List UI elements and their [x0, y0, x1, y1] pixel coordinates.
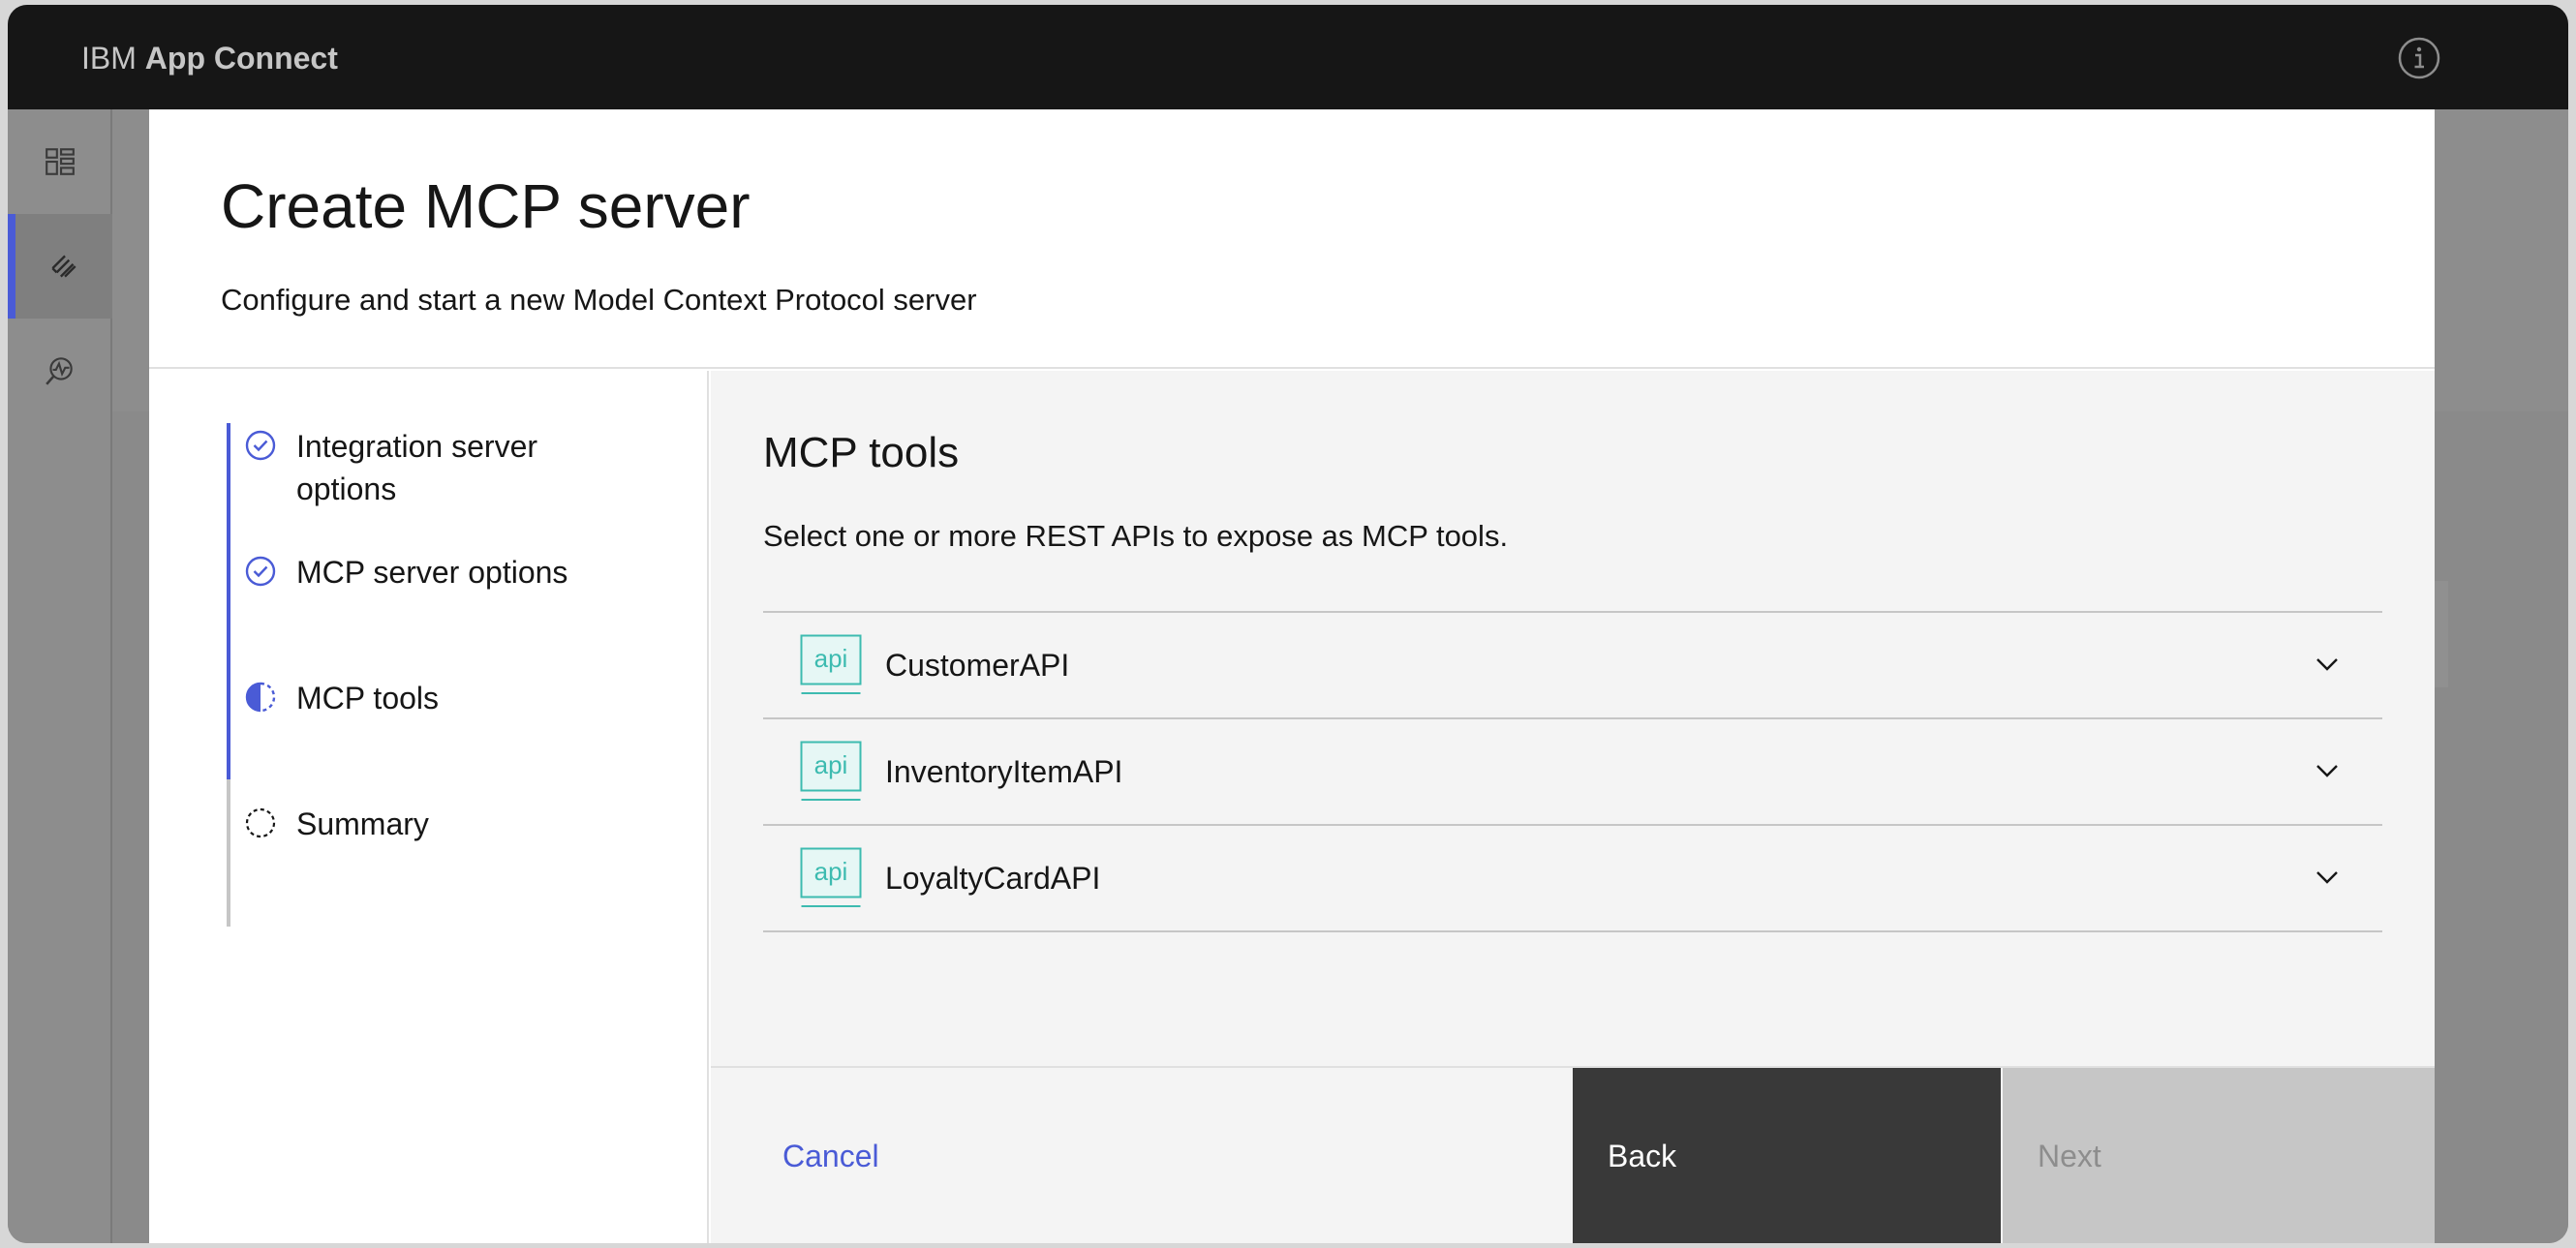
api-name: InventoryItemAPI	[885, 754, 1123, 789]
checkmark-outline-icon	[245, 430, 276, 461]
step-label: MCP tools	[296, 681, 440, 715]
api-item-loyaltycardapi[interactable]: api LoyaltyCardAPI	[763, 826, 2382, 932]
modal-header: Create MCP server Configure and start a …	[149, 109, 2435, 369]
api-name: CustomerAPI	[885, 648, 1070, 683]
progress-line-pending	[227, 779, 230, 927]
api-badge-text: api	[814, 857, 848, 886]
section-description: Select one or more REST APIs to expose a…	[763, 519, 1509, 553]
dashboard-icon	[46, 148, 75, 175]
step-label: Summary	[296, 807, 429, 841]
rail-item-api-tools[interactable]	[8, 214, 112, 319]
step-label: MCP server options	[296, 555, 568, 590]
modal-title: Create MCP server	[221, 171, 751, 241]
api-badge-text: api	[814, 644, 848, 673]
back-button[interactable]: Back	[1573, 1068, 2001, 1243]
create-mcp-server-modal: Create MCP server Configure and start a …	[149, 109, 2435, 1243]
rail-item-dashboard[interactable]	[8, 109, 112, 214]
progress-line-complete	[227, 423, 230, 779]
step-label: Integration server options	[296, 429, 538, 506]
modal-footer: Cancel Back Next	[711, 1066, 2435, 1243]
information-icon[interactable]	[2396, 35, 2442, 81]
api-icon: api	[800, 634, 862, 694]
step-summary[interactable]: Summary	[244, 803, 606, 845]
side-rail	[8, 109, 112, 1243]
monitoring-icon	[46, 357, 73, 385]
cancel-button[interactable]: Cancel	[711, 1068, 1573, 1243]
chevron-down-icon[interactable]	[2313, 756, 2342, 785]
progress-indicator: Integration server options MCP server op…	[149, 371, 709, 1243]
api-accordion: api CustomerAPI api InventoryItemAPI api…	[763, 611, 2382, 932]
api-item-inventoryitemapi[interactable]: api InventoryItemAPI	[763, 719, 2382, 826]
api-badge-text: api	[814, 750, 848, 779]
rail-item-monitoring[interactable]	[8, 319, 112, 423]
app-window: IBM App Connect Create MCP server Config…	[8, 5, 2568, 1243]
incomplete-circle-icon	[245, 682, 276, 713]
step-integration-server-options[interactable]: Integration server options	[244, 425, 606, 510]
checkmark-outline-icon	[245, 556, 276, 587]
api-name: LoyaltyCardAPI	[885, 861, 1101, 896]
chevron-down-icon[interactable]	[2313, 650, 2342, 679]
dashed-circle-icon	[245, 807, 276, 838]
step-mcp-server-options[interactable]: MCP server options	[244, 551, 606, 594]
top-bar: IBM App Connect	[8, 5, 2568, 109]
chevron-down-icon[interactable]	[2313, 863, 2342, 892]
next-button[interactable]: Next	[2003, 1068, 2435, 1243]
api-tools-icon	[51, 255, 77, 278]
product-name[interactable]: IBM App Connect	[81, 40, 338, 76]
api-icon: api	[800, 847, 862, 907]
brand-name: App Connect	[144, 41, 338, 76]
modal-subtitle: Configure and start a new Model Context …	[221, 283, 977, 317]
api-icon: api	[800, 741, 862, 801]
mcp-tools-panel: MCP tools Select one or more REST APIs t…	[711, 371, 2435, 1066]
api-item-customerapi[interactable]: api CustomerAPI	[763, 613, 2382, 719]
step-mcp-tools[interactable]: MCP tools	[244, 677, 606, 719]
section-title: MCP tools	[763, 429, 960, 476]
brand-prefix: IBM	[81, 41, 137, 76]
